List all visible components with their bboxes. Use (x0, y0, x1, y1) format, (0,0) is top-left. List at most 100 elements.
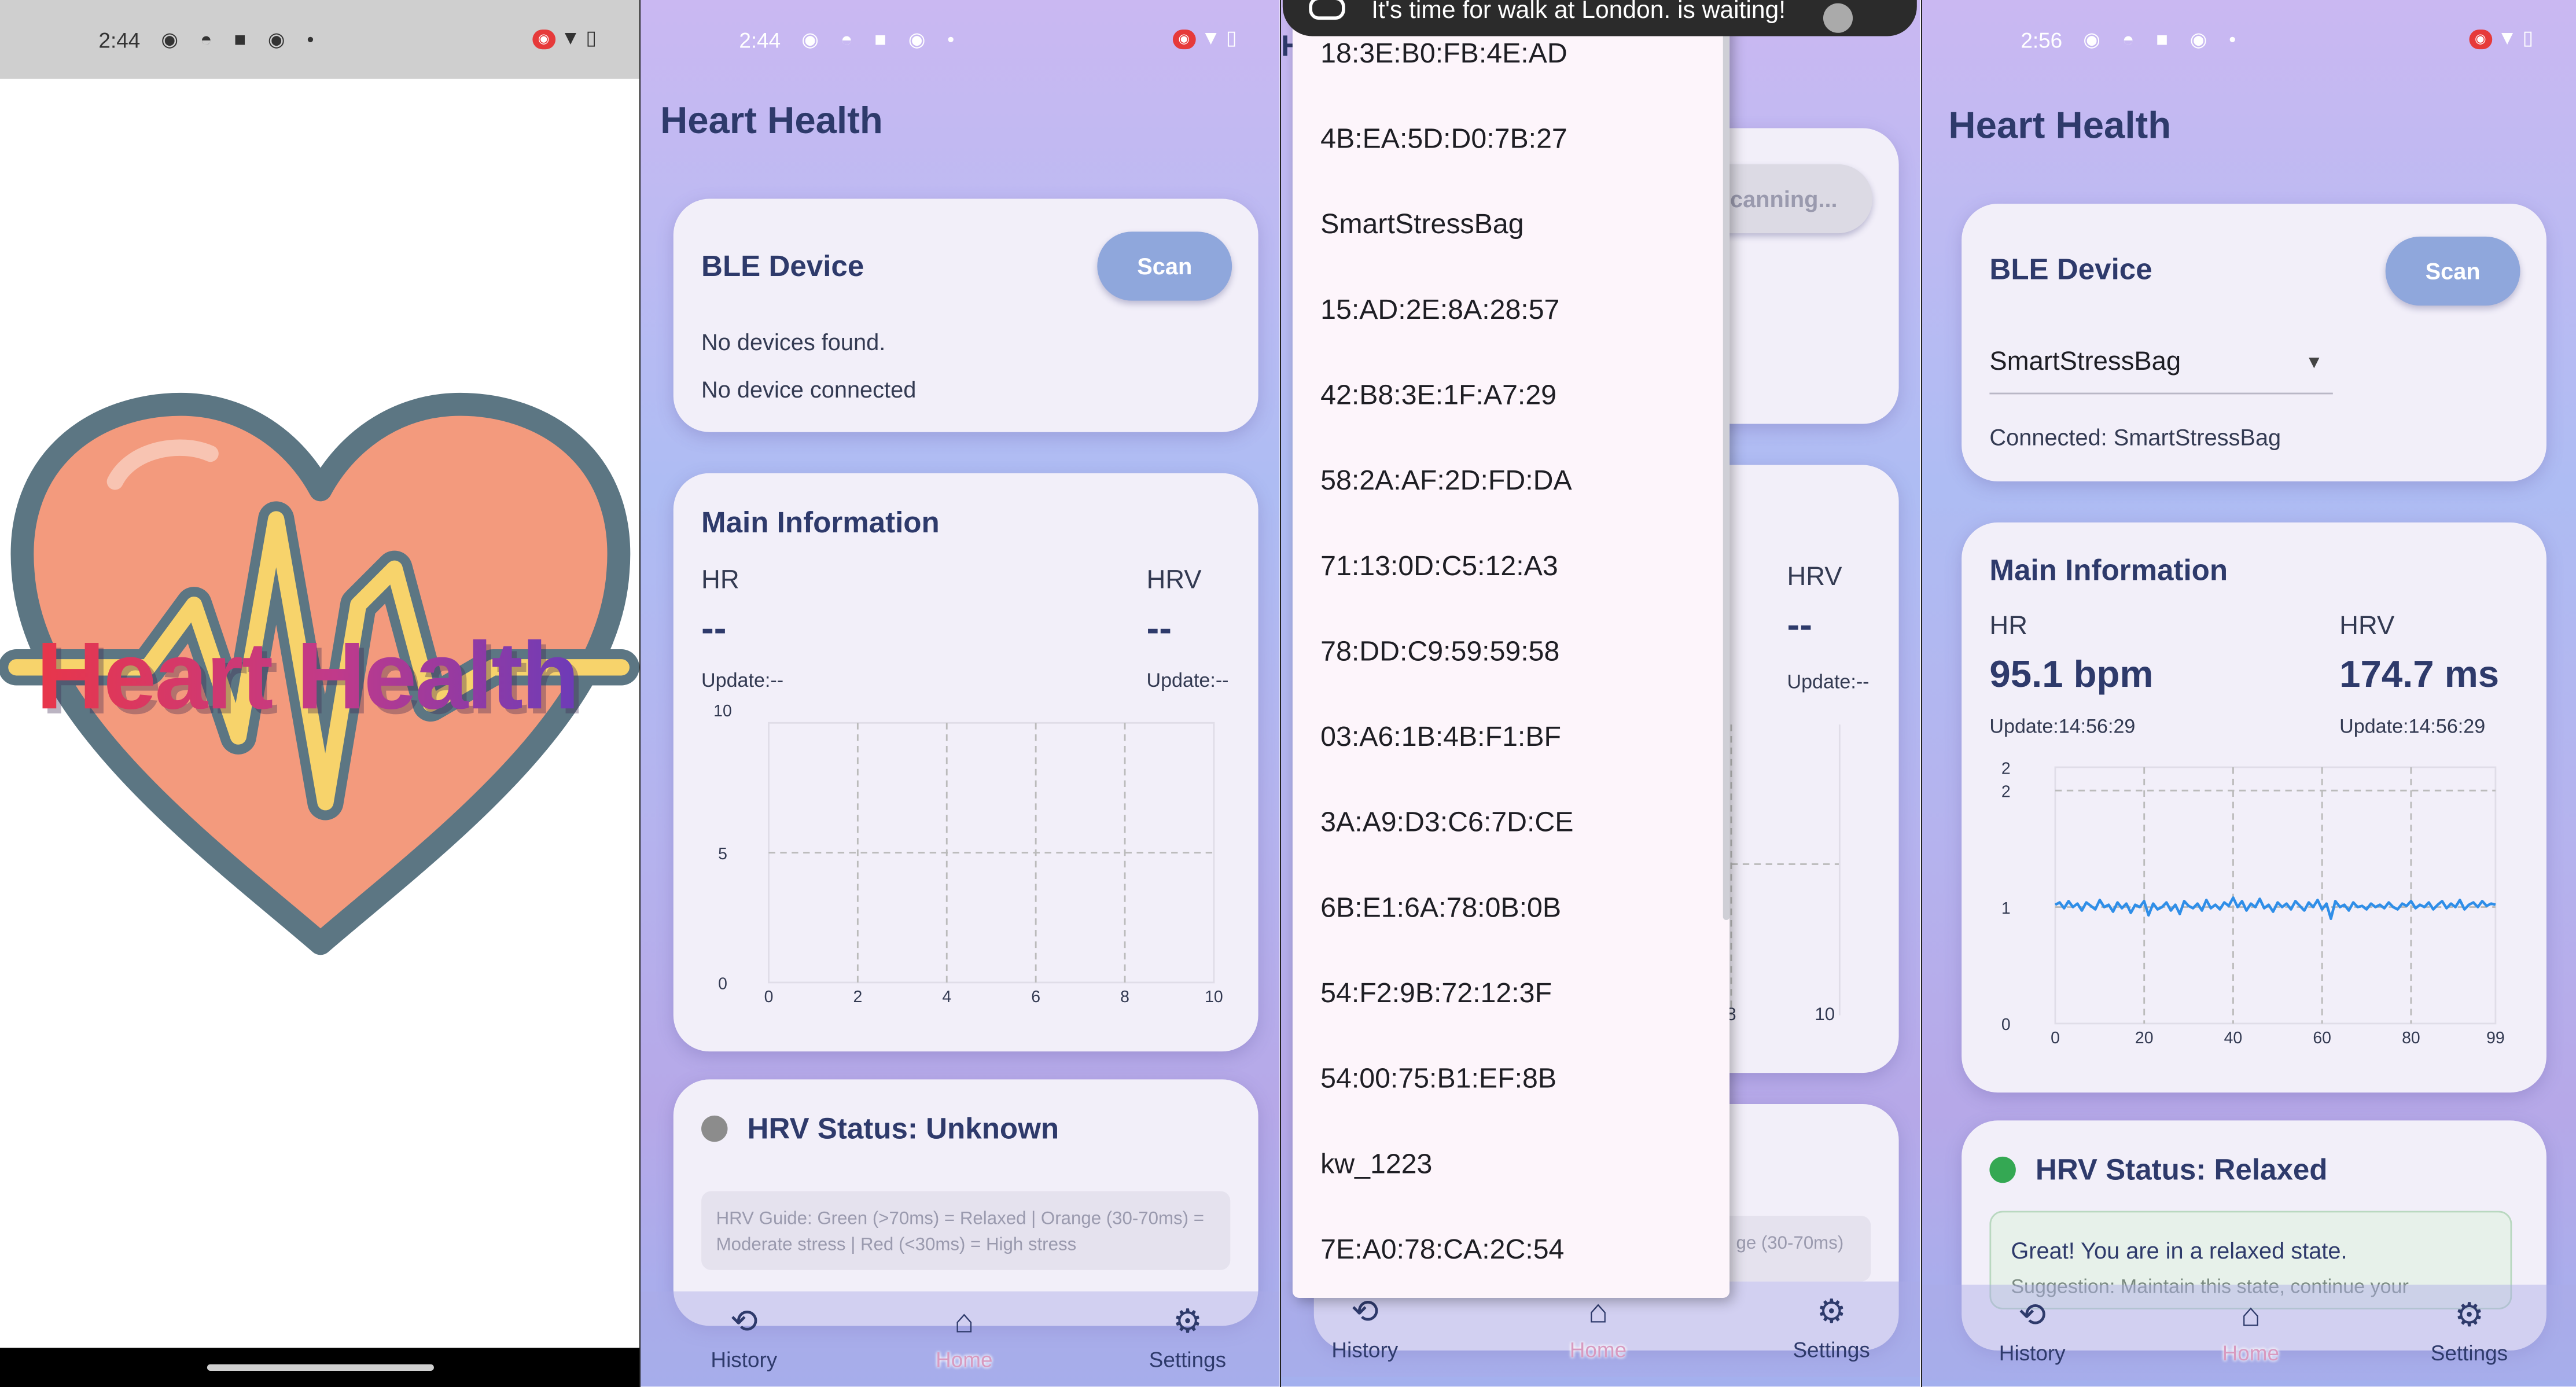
status-bar: 2:56 ◉ ◓ ■ ◉ • ◉ ▼ ▯ (1922, 0, 2576, 79)
splash-screen: 2:44 ◉ ◓ ■ ◉ • ◉ ▼ ▯ Heart Health Heart … (0, 0, 639, 1387)
history-icon: ⟲ (730, 1304, 758, 1341)
ble-card-title: BLE Device (1989, 253, 2152, 286)
x-tick-label: 40 (2224, 1029, 2243, 1047)
device-option[interactable]: 4B:EA:5D:D0:7B:27 (1320, 123, 1567, 156)
device-option[interactable]: 15:AD:2E:8A:28:57 (1320, 294, 1559, 327)
device-option[interactable]: 54:F2:9B:72:12:3F (1320, 977, 1552, 1010)
hrv-label: HRV (2339, 613, 2395, 641)
nav-history[interactable]: ⟲ History (1291, 1294, 1439, 1362)
hr-value: 95.1 bpm (1989, 652, 2154, 696)
scan-button[interactable]: Scan (2385, 236, 2520, 306)
x-tick-label: 0 (2051, 1029, 2060, 1047)
hrv-update: Update:14:56:29 (2339, 715, 2486, 738)
device-option[interactable]: 03:A6:1B:4B:F1:BF (1320, 721, 1561, 754)
hrv-status-title: HRV Status: Unknown (747, 1112, 1059, 1145)
y-tick-label: 0 (718, 974, 727, 993)
hr-update: Update:-- (701, 668, 784, 692)
device-dropdown-list[interactable]: 18:3E:B0:FB:4E:AD 4B:EA:5D:D0:7B:27 SmartS… (1292, 0, 1730, 1298)
y-tick-label: 5 (718, 845, 727, 863)
notification-icons: ◉ ◓ ■ ◉ • (2083, 28, 2244, 51)
plot-area (2054, 766, 2497, 1025)
app-icon (1309, 0, 1345, 20)
home-icon: ⌂ (1588, 1294, 1609, 1331)
hrv-update: Update:-- (1146, 668, 1229, 692)
page-title: Heart Health (660, 98, 883, 142)
x-tick: 10 (1815, 1004, 1835, 1024)
hrv-guide: HRV Guide: Green (>70ms) = Relaxed | Ora… (701, 1191, 1231, 1270)
chart-empty: 0 2 4 6 8 10 10 5 0 (713, 703, 1223, 1006)
device-option[interactable]: 54:00:75:B1:EF:8B (1320, 1063, 1556, 1096)
gear-icon: ⚙ (2454, 1298, 2484, 1334)
hrv-value: -- (1787, 603, 1813, 646)
page-title: Heart Health (1948, 103, 2172, 146)
nav-home[interactable]: ⌂ Home (2177, 1298, 2325, 1365)
system-nav-bar (0, 1348, 639, 1387)
y-tick-label: 0 (2001, 1016, 2011, 1034)
connection-status: Connected: SmartStressBag (1989, 424, 2281, 450)
logo-text: Heart Health (36, 621, 579, 731)
device-option[interactable]: kw_1223 (1320, 1149, 1432, 1182)
device-option[interactable]: 58:2A:AF:2D:FD:DA (1320, 465, 1572, 498)
nav-history[interactable]: ⟲ History (670, 1304, 818, 1371)
series-line (2054, 896, 2496, 921)
nav-settings-label: Settings (2430, 1340, 2508, 1366)
connection-status: No device connected (701, 376, 917, 403)
ble-device-card: BLE Device Scan SmartStressBag ▼ Connect… (1962, 204, 2546, 481)
hr-value: -- (701, 606, 727, 649)
x-tick-label: 8 (1120, 988, 1129, 1006)
nav-home[interactable]: ⌂ Home (1524, 1294, 1672, 1362)
hrv-status-card: HRV Status: Unknown HRV Guide: Green (>7… (673, 1079, 1258, 1326)
ble-device-card: BLE Device Scan No devices found. No dev… (673, 198, 1258, 432)
system-icons: ◉ ▼ ▯ (532, 26, 597, 49)
nav-history[interactable]: ⟲ History (1958, 1298, 2106, 1365)
devices-status: No devices found. (701, 328, 886, 355)
bottom-nav: ⟲ History ⌂ Home ⚙ Settings (1922, 1285, 2576, 1381)
selected-device: SmartStressBag (1989, 348, 2181, 377)
hrv-value: 174.7 ms (2339, 652, 2500, 696)
guide-fragment: ge (30-70ms) (1736, 1234, 1844, 1254)
nav-home-label: Home (936, 1347, 993, 1372)
nav-home-label: Home (2222, 1340, 2280, 1366)
status-dot (1989, 1156, 2016, 1183)
system-icons: ◉ ▼ ▯ (1172, 26, 1237, 49)
device-option[interactable]: 18:3E:B0:FB:4E:AD (1320, 38, 1567, 71)
x-tick-label: 99 (2486, 1029, 2505, 1047)
x-tick-label: 60 (2313, 1029, 2331, 1047)
device-option[interactable]: 42:B8:3E:1F:A7:29 (1320, 380, 1556, 413)
heart-logo-icon (0, 392, 639, 955)
notification-banner[interactable]: It's time for walk at London. is waiting… (1282, 0, 1917, 36)
nav-home[interactable]: ⌂ Home (890, 1304, 1039, 1371)
y-tick-label: 2 (2001, 783, 2011, 801)
nav-settings[interactable]: ⚙ Settings (2395, 1298, 2544, 1365)
device-option[interactable]: 3A:A9:D3:C6:7D:CE (1320, 807, 1573, 840)
hr-update: Update:14:56:29 (1989, 715, 2136, 738)
device-option[interactable]: 71:13:0D:C5:12:A3 (1320, 550, 1558, 583)
x-tick-label: 6 (1031, 988, 1040, 1006)
home-icon: ⌂ (954, 1304, 974, 1341)
hr-label: HR (1989, 613, 2028, 641)
nav-settings[interactable]: ⚙ Settings (1114, 1304, 1262, 1371)
status-bar: 2:44 ◉ ◓ ■ ◉ • ◉ ▼ ▯ (0, 0, 639, 79)
scan-list-screen: H canning... HRV -- Update:-- 8 10 ge (3… (1281, 0, 1920, 1387)
nav-home-label: Home (1569, 1337, 1627, 1362)
status-time: 2:44 (739, 28, 781, 53)
device-option[interactable]: 6B:E1:6A:78:0B:0B (1320, 892, 1561, 925)
device-option[interactable]: 7E:A0:78:CA:2C:54 (1320, 1234, 1564, 1267)
nav-settings[interactable]: ⚙ Settings (1757, 1294, 1905, 1362)
dropdown-scrollbar[interactable] (1723, 0, 1730, 921)
x-tick-label: 10 (1205, 988, 1223, 1006)
device-option[interactable]: 78:DD:C9:59:59:58 (1320, 636, 1559, 669)
device-select[interactable]: SmartStressBag ▼ (1989, 348, 2333, 395)
scan-button[interactable]: Scan (1097, 231, 1232, 301)
y-tick-label: 10 (713, 703, 732, 720)
notification-icons: ◉ ◓ ■ ◉ • (161, 28, 322, 51)
nav-history-label: History (1331, 1337, 1399, 1362)
notification-action-icon[interactable] (1823, 3, 1853, 33)
device-option[interactable]: SmartStressBag (1320, 209, 1523, 242)
hr-label: HR (701, 566, 739, 595)
gear-icon: ⚙ (1173, 1304, 1202, 1341)
hrv-label: HRV (1787, 563, 1842, 592)
home-handle[interactable] (207, 1364, 434, 1371)
chevron-down-icon: ▼ (2305, 353, 2323, 373)
home-screen-empty: 2:44 ◉ ◓ ■ ◉ • ◉ ▼ ▯ Heart Health BLE De… (641, 0, 1280, 1387)
